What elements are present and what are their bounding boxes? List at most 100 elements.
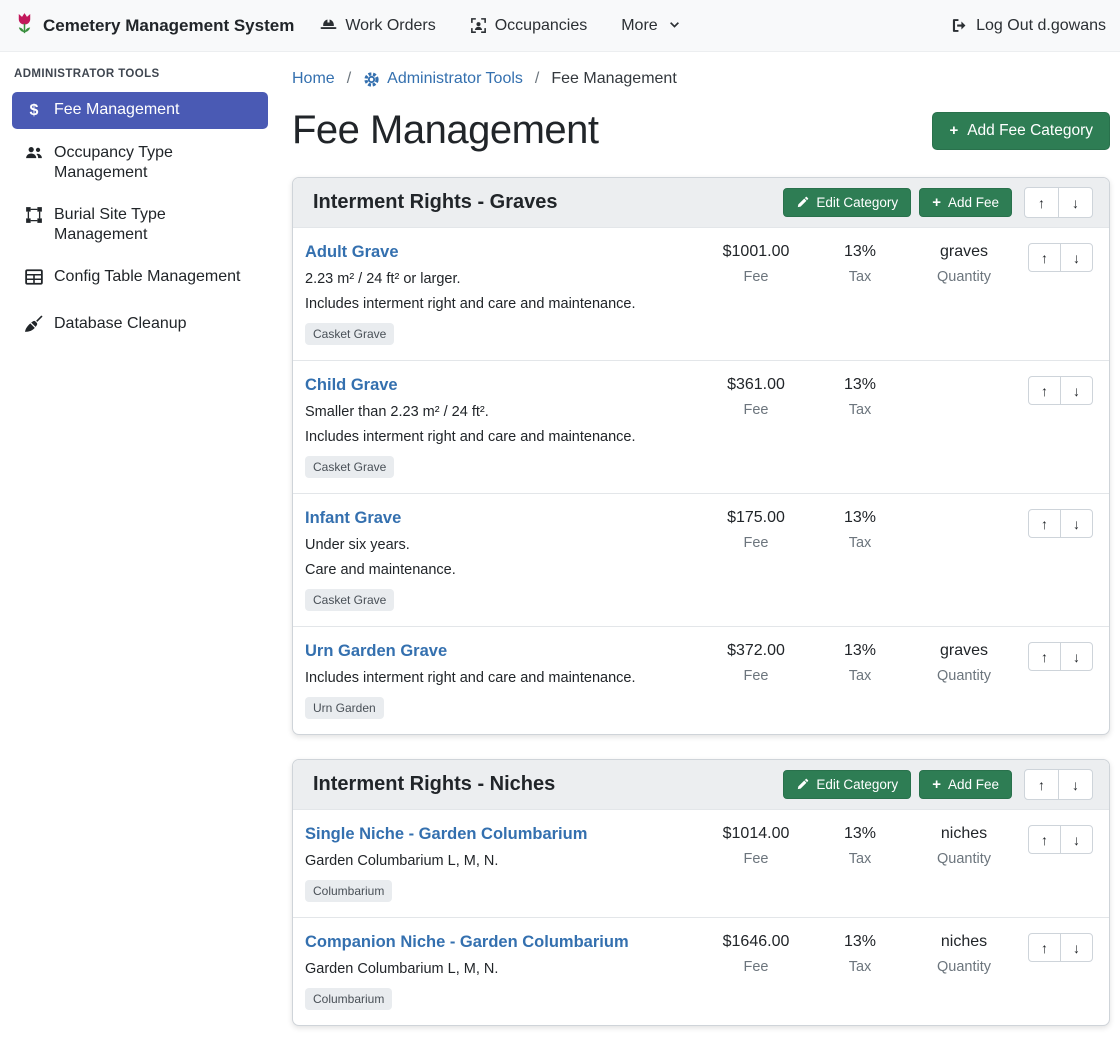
fee-name-link[interactable]: Infant Grave (305, 509, 401, 528)
breadcrumb-separator: / (535, 70, 539, 88)
category-header: Interment Rights - Graves Edit Category … (293, 178, 1109, 227)
add-fee-button[interactable]: + Add Fee (919, 770, 1012, 799)
move-category-down-button[interactable]: ↓ (1058, 187, 1093, 218)
nav-occupancies[interactable]: Occupancies (470, 17, 588, 35)
edit-category-button[interactable]: Edit Category (783, 770, 911, 799)
move-fee-down-button[interactable]: ↓ (1060, 642, 1093, 671)
app-brand[interactable]: Cemetery Management System (14, 12, 294, 39)
fee-description: Garden Columbarium L, M, N. (305, 853, 696, 869)
dollar-icon: $ (24, 101, 44, 121)
arrow-up-icon: ↑ (1041, 649, 1048, 665)
move-fee-up-button[interactable]: ↑ (1028, 933, 1061, 962)
hard-hat-icon (320, 17, 337, 34)
fee-row: Child Grave Smaller than 2.23 m² / 24 ft… (293, 360, 1109, 493)
logout-link[interactable]: Log Out d.gowans (951, 17, 1106, 35)
category-title: Interment Rights - Niches (313, 773, 775, 796)
move-fee-up-button[interactable]: ↑ (1028, 243, 1061, 272)
move-fee-down-button[interactable]: ↓ (1060, 243, 1093, 272)
move-category-up-button[interactable]: ↑ (1024, 769, 1059, 800)
tax-label: Tax (808, 959, 912, 976)
move-fee-up-button[interactable]: ↑ (1028, 825, 1061, 854)
sidebar-item-label: Fee Management (54, 100, 179, 120)
plus-icon: + (932, 195, 941, 210)
fee-amount: $1014.00 (704, 825, 808, 844)
fee-reorder-group: ↑ ↓ (1028, 642, 1093, 671)
fee-amount-label: Fee (704, 535, 808, 552)
nav-more[interactable]: More (621, 17, 680, 35)
breadcrumb-current: Fee Management (551, 70, 676, 88)
move-fee-down-button[interactable]: ↓ (1060, 933, 1093, 962)
fee-name-link[interactable]: Companion Niche - Garden Columbarium (305, 933, 629, 952)
fee-type-badge: Casket Grave (305, 456, 394, 478)
fee-description: 2.23 m² / 24 ft² or larger. (305, 271, 696, 287)
move-fee-down-button[interactable]: ↓ (1060, 825, 1093, 854)
fee-description: Includes interment right and care and ma… (305, 429, 696, 445)
fee-amount-label: Fee (704, 668, 808, 685)
move-fee-up-button[interactable]: ↑ (1028, 376, 1061, 405)
breadcrumb-home-link[interactable]: Home (292, 70, 335, 88)
fee-reorder-group: ↑ ↓ (1028, 376, 1093, 405)
add-fee-button[interactable]: + Add Fee (919, 188, 1012, 217)
move-category-down-button[interactable]: ↓ (1058, 769, 1093, 800)
pencil-icon (796, 196, 809, 209)
tax-label: Tax (808, 269, 912, 286)
quantity-unit: graves (912, 243, 1016, 262)
fee-name-link[interactable]: Adult Grave (305, 243, 399, 262)
person-bounding-box-icon (470, 17, 487, 34)
quantity-label: Quantity (912, 269, 1016, 286)
fee-reorder-group: ↑ ↓ (1028, 243, 1093, 272)
sidebar-heading: ADMINISTRATOR TOOLS (14, 68, 266, 80)
move-fee-down-button[interactable]: ↓ (1060, 509, 1093, 538)
fee-category-card: Interment Rights - Graves Edit Category … (292, 177, 1110, 735)
fee-name-link[interactable]: Single Niche - Garden Columbarium (305, 825, 587, 844)
sidebar-item-fee-management[interactable]: $ Fee Management (12, 92, 268, 129)
move-fee-up-button[interactable]: ↑ (1028, 642, 1061, 671)
top-navbar: Cemetery Management System Work Orders O… (0, 0, 1120, 52)
move-category-up-button[interactable]: ↑ (1024, 187, 1059, 218)
sidebar: ADMINISTRATOR TOOLS $ Fee Management Occ… (0, 52, 280, 353)
arrow-down-icon: ↓ (1072, 195, 1079, 211)
pencil-icon (796, 778, 809, 791)
arrow-up-icon: ↑ (1038, 195, 1045, 211)
sidebar-item-config-table[interactable]: Config Table Management (12, 259, 268, 300)
tax-rate: 13% (808, 376, 912, 395)
fee-description: Care and maintenance. (305, 562, 696, 578)
sidebar-item-label: Database Cleanup (54, 314, 187, 334)
fee-amount: $361.00 (704, 376, 808, 395)
category-reorder-group: ↑ ↓ (1024, 769, 1093, 800)
tax-label: Tax (808, 535, 912, 552)
users-icon (24, 144, 44, 168)
sidebar-item-occupancy-type[interactable]: Occupancy Type Management (12, 135, 268, 191)
fee-name-link[interactable]: Urn Garden Grave (305, 642, 447, 661)
category-title: Interment Rights - Graves (313, 191, 775, 214)
nav-occupancies-label: Occupancies (495, 17, 588, 35)
fee-amount: $1646.00 (704, 933, 808, 952)
move-fee-down-button[interactable]: ↓ (1060, 376, 1093, 405)
tax-rate: 13% (808, 243, 912, 262)
fee-amount: $372.00 (704, 642, 808, 661)
sidebar-item-burial-site-type[interactable]: Burial Site Type Management (12, 197, 268, 253)
tax-rate: 13% (808, 642, 912, 661)
fee-description: Includes interment right and care and ma… (305, 296, 696, 312)
tax-label: Tax (808, 668, 912, 685)
edit-category-button[interactable]: Edit Category (783, 188, 911, 217)
arrow-down-icon: ↓ (1073, 516, 1080, 532)
fee-amount: $175.00 (704, 509, 808, 528)
fee-name-link[interactable]: Child Grave (305, 376, 398, 395)
fee-amount: $1001.00 (704, 243, 808, 262)
sidebar-item-database-cleanup[interactable]: Database Cleanup (12, 306, 268, 347)
fee-row: Infant Grave Under six years. Care and m… (293, 493, 1109, 626)
add-fee-category-button[interactable]: + Add Fee Category (932, 112, 1110, 150)
fee-category-card: Interment Rights - Niches Edit Category … (292, 759, 1110, 1026)
quantity-label (912, 535, 1016, 552)
nav-work-orders[interactable]: Work Orders (320, 17, 435, 35)
fee-row: Companion Niche - Garden Columbarium Gar… (293, 917, 1109, 1025)
sidebar-item-label: Config Table Management (54, 267, 241, 287)
page-title: Fee Management (292, 108, 599, 153)
fee-type-badge: Columbarium (305, 988, 392, 1010)
move-fee-up-button[interactable]: ↑ (1028, 509, 1061, 538)
breadcrumb: Home / Administrator Tools / Fee Managem… (292, 70, 1110, 88)
arrow-up-icon: ↑ (1041, 250, 1048, 266)
arrow-up-icon: ↑ (1041, 516, 1048, 532)
breadcrumb-admin-tools-link[interactable]: Administrator Tools (363, 70, 523, 88)
